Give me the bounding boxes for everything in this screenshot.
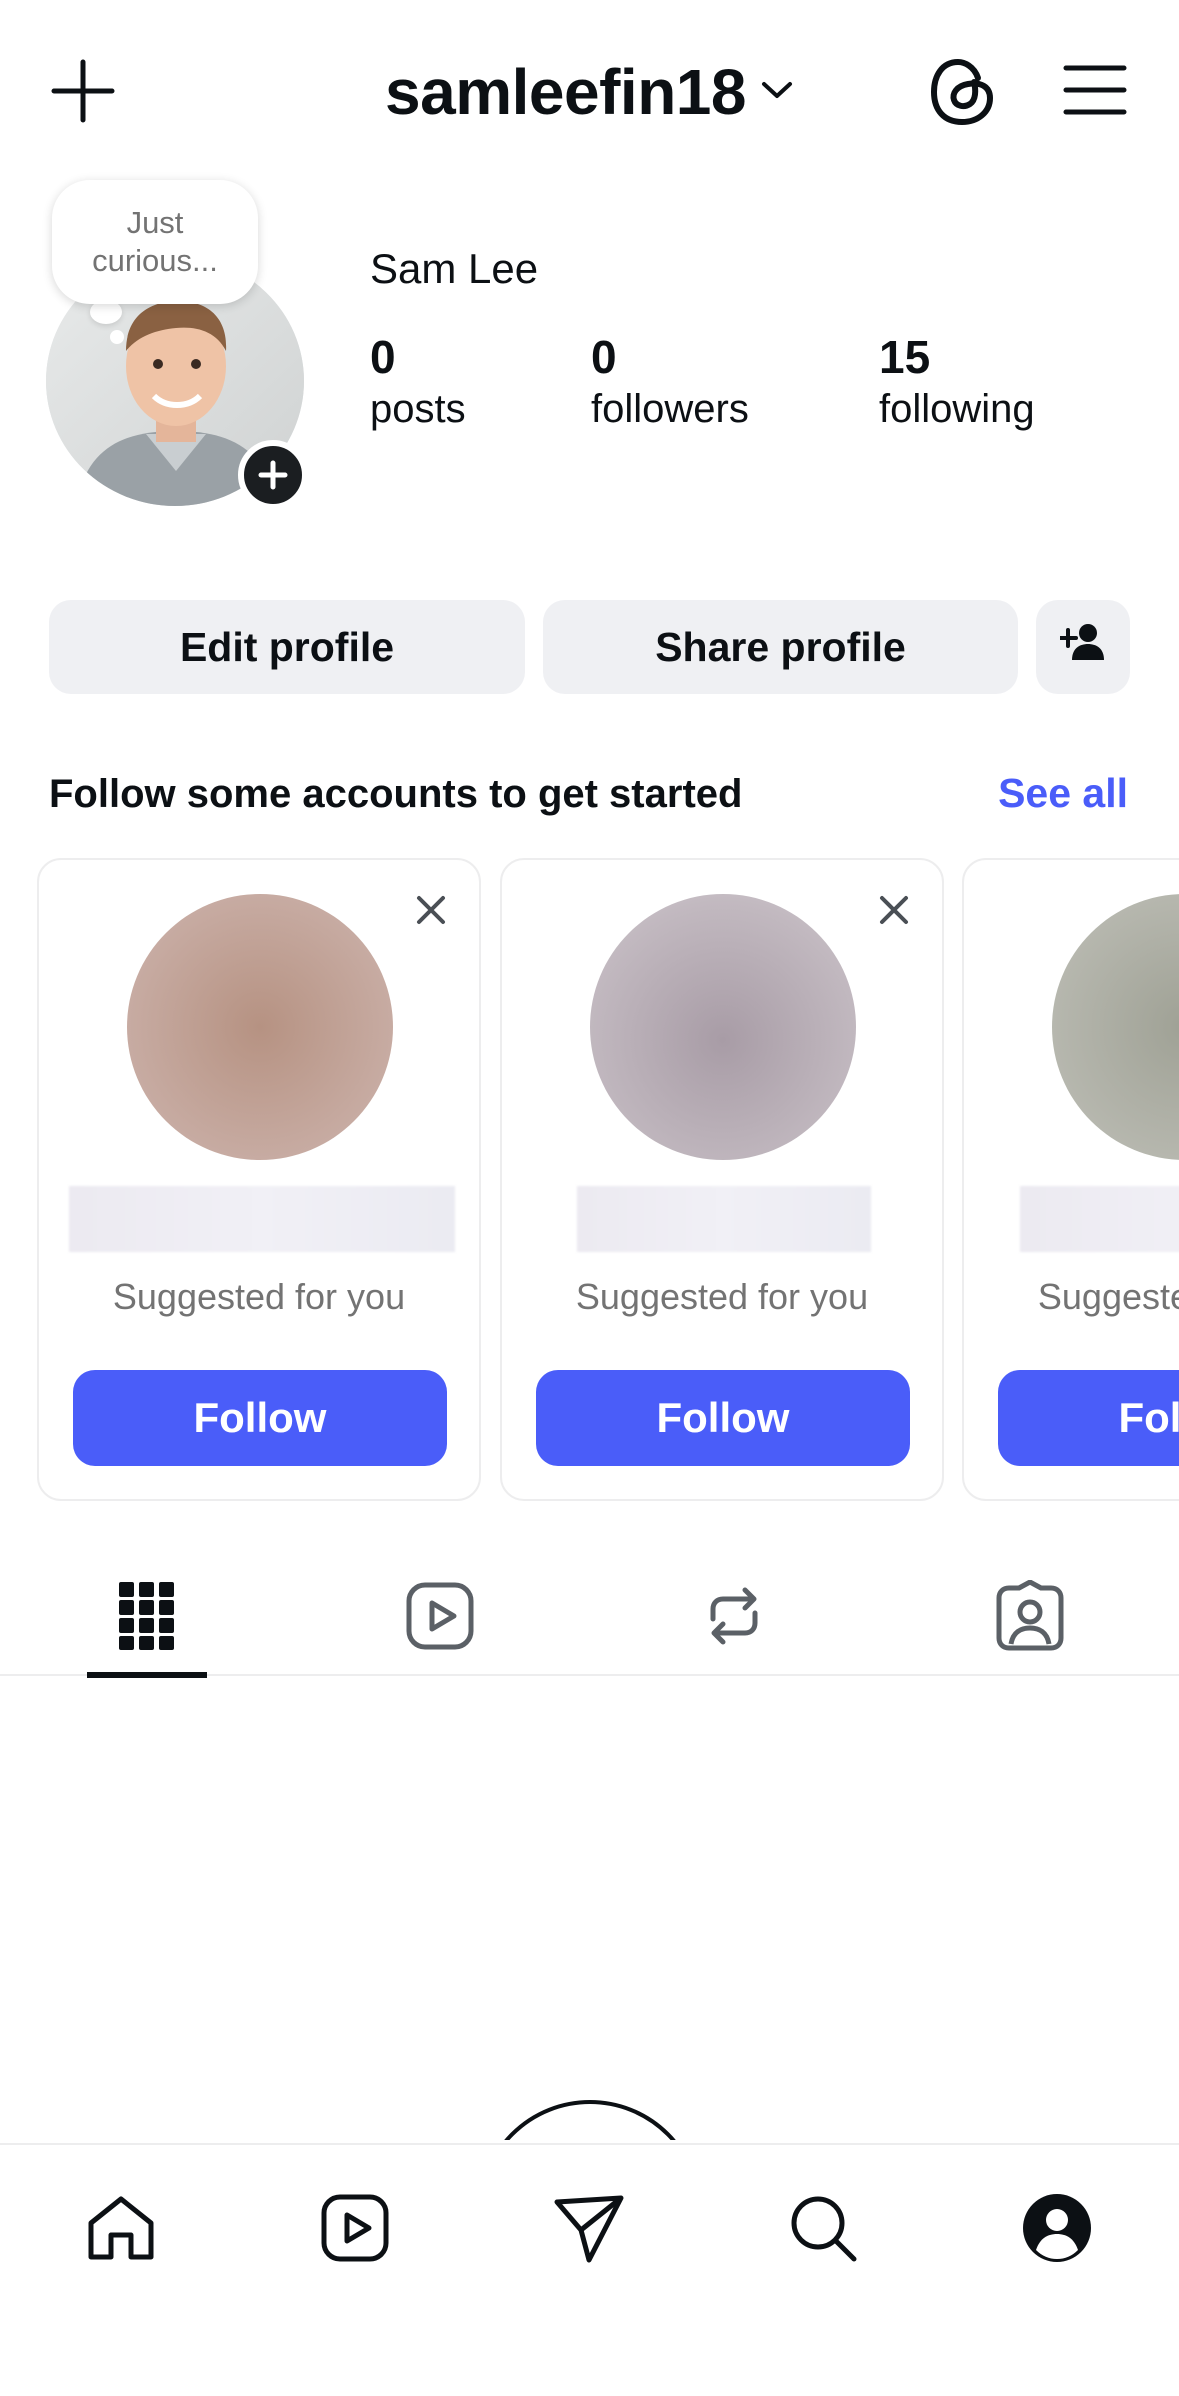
suggested-subtitle: Suggested for you — [575, 1276, 869, 1317]
discover-people-button[interactable] — [1036, 600, 1130, 694]
tab-reels[interactable] — [380, 1560, 500, 1676]
suggested-name-redacted — [1020, 1186, 1179, 1252]
suggested-subtitle: Suggested for you — [1037, 1276, 1179, 1317]
nav-profile[interactable] — [1012, 2185, 1102, 2275]
nav-reels[interactable] — [310, 2185, 400, 2275]
following-count: 15 — [879, 331, 931, 383]
edit-profile-button[interactable]: Edit profile — [49, 600, 525, 694]
suggestion-card[interactable]: Suggested for you Follow — [500, 858, 944, 1501]
tagged-icon — [995, 1579, 1065, 1657]
tab-tagged[interactable] — [970, 1560, 1090, 1676]
content-tabs — [0, 1560, 1179, 1678]
follow-button[interactable]: Follow — [536, 1370, 910, 1466]
reels-icon — [320, 2193, 390, 2268]
nav-messages[interactable] — [544, 2185, 634, 2275]
nav-search[interactable] — [778, 2185, 868, 2275]
top-bar: samleefin18 — [0, 0, 1179, 185]
followers-stat[interactable]: 0 followers — [591, 330, 749, 434]
add-story-button[interactable] — [238, 440, 308, 510]
plus-icon[interactable] — [50, 58, 116, 124]
note-bubble-tail-dot — [110, 330, 124, 344]
bottom-nav — [0, 2143, 1179, 2396]
share-profile-button[interactable]: Share profile — [543, 600, 1018, 694]
suggested-avatar[interactable] — [127, 894, 393, 1160]
profile-icon — [1021, 2192, 1093, 2269]
posts-label: posts — [370, 387, 466, 431]
grid-icon — [119, 1581, 175, 1655]
tab-reposts[interactable] — [674, 1560, 794, 1676]
note-line-1: Just — [126, 205, 184, 240]
search-icon — [788, 2193, 858, 2268]
tab-grid[interactable] — [87, 1560, 207, 1678]
threads-icon[interactable] — [928, 56, 996, 128]
add-person-icon — [1058, 622, 1106, 672]
followers-count: 0 — [591, 331, 617, 383]
suggested-subtitle: Suggested for you — [112, 1276, 406, 1317]
suggested-avatar[interactable] — [590, 894, 856, 1160]
posts-stat: 0 posts — [370, 330, 466, 434]
following-label: following — [879, 387, 1035, 431]
reposts-icon — [703, 1581, 765, 1656]
chevron-down-icon — [760, 79, 794, 106]
loading-arc — [478, 2100, 702, 2140]
username: samleefin18 — [385, 56, 746, 128]
suggestion-card[interactable]: Suggested for you Follow — [962, 858, 1179, 1501]
account-switcher[interactable]: samleefin18 — [385, 55, 794, 129]
suggestion-card[interactable]: Suggested for you Follow — [37, 858, 481, 1501]
suggestions-title: Follow some accounts to get started — [49, 772, 743, 816]
suggested-avatar[interactable] — [1052, 894, 1179, 1160]
follow-button[interactable]: Follow — [998, 1370, 1179, 1466]
suggested-name-redacted — [577, 1186, 871, 1252]
note-bubble[interactable]: Just curious... — [52, 180, 258, 304]
posts-count: 0 — [370, 331, 396, 383]
followers-label: followers — [591, 387, 749, 431]
reels-icon — [405, 1581, 475, 1656]
close-icon[interactable] — [874, 890, 914, 930]
messages-icon — [553, 2192, 625, 2269]
full-name: Sam Lee — [370, 245, 539, 292]
nav-home[interactable] — [76, 2185, 166, 2275]
menu-icon[interactable] — [1062, 62, 1128, 118]
following-stat[interactable]: 15 following — [879, 330, 1035, 434]
see-all-link[interactable]: See all — [998, 770, 1128, 817]
home-icon — [85, 2193, 157, 2268]
suggested-name-redacted — [69, 1186, 455, 1252]
follow-button[interactable]: Follow — [73, 1370, 447, 1466]
note-line-2: curious... — [92, 243, 218, 278]
close-icon[interactable] — [411, 890, 451, 930]
suggestion-carousel[interactable]: Suggested for you Follow Suggested for y… — [0, 858, 1179, 1502]
